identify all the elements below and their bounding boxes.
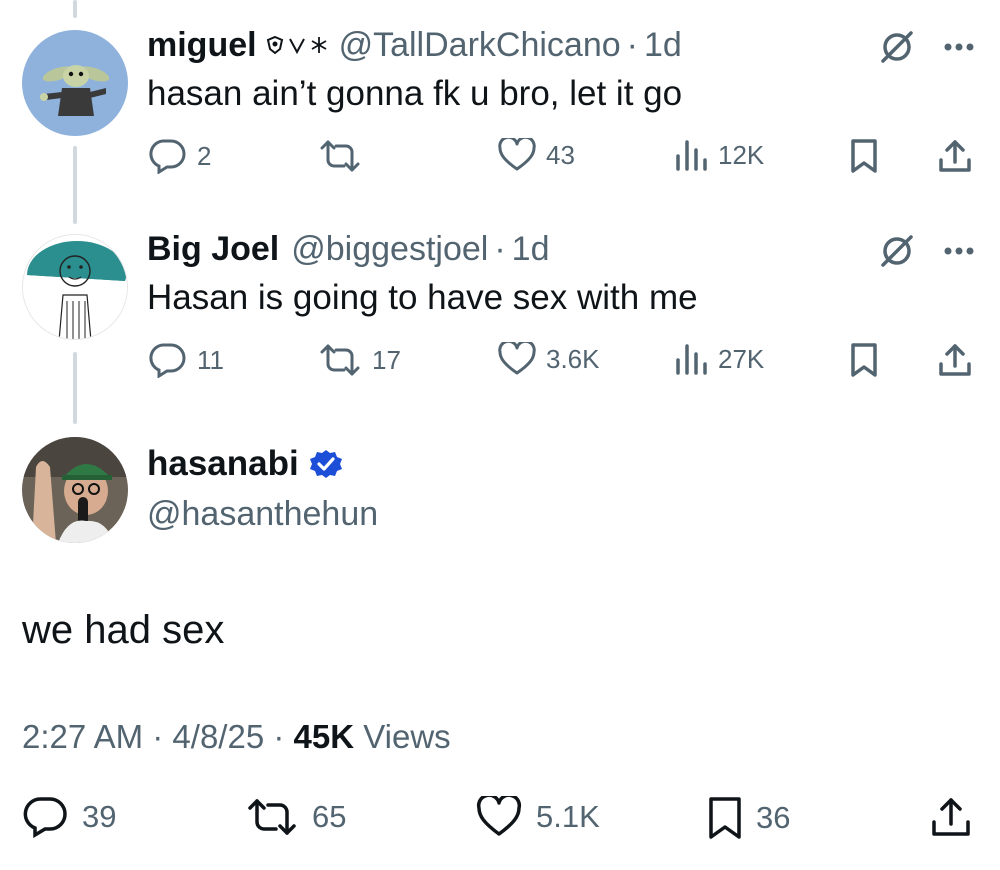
reply-corner-icons <box>878 232 974 270</box>
more-options-icon[interactable] <box>944 246 974 256</box>
repost-count: 17 <box>372 344 401 375</box>
snowflake-icon <box>311 37 327 53</box>
like-count: 5.1K <box>536 799 600 834</box>
reply-count: 11 <box>197 344 224 375</box>
bookmark-count: 36 <box>756 800 791 835</box>
author-handle[interactable]: @biggestjoel <box>291 230 488 269</box>
tweet-meta: 2:27 AM · 4/8/25 · 45K Views <box>22 718 451 756</box>
post-time[interactable]: 1d <box>512 230 550 269</box>
reply-icon <box>23 797 67 838</box>
author-name[interactable]: hasanabi <box>147 444 299 484</box>
reply-button[interactable]: 39 <box>22 796 116 838</box>
views-button[interactable]: 27K <box>674 342 764 376</box>
author-name[interactable]: Big Joel <box>147 230 279 269</box>
views-count: 27K <box>718 343 765 374</box>
like-button[interactable]: 43 <box>498 138 575 172</box>
thread-line <box>73 146 77 224</box>
grok-icon[interactable] <box>878 232 916 270</box>
like-button[interactable]: 5.1K <box>476 796 600 838</box>
repost-icon <box>248 799 296 835</box>
avatar[interactable] <box>22 437 128 543</box>
like-count: 43 <box>546 139 575 170</box>
share-icon <box>939 140 971 172</box>
bookmark-icon <box>851 343 877 377</box>
grok-icon[interactable] <box>878 28 916 66</box>
heart-icon <box>498 138 536 171</box>
reply-corner-icons <box>878 28 974 66</box>
heart-icon <box>498 342 536 375</box>
bookmark-icon <box>709 797 741 839</box>
like-button[interactable]: 3.6K <box>498 342 600 376</box>
separator: · <box>494 229 506 268</box>
reply-header: miguel @TallDarkChicano · 1d <box>147 22 682 68</box>
avatar[interactable] <box>22 234 128 340</box>
main-author-name-row: hasanabi <box>147 444 343 484</box>
share-button[interactable] <box>937 342 973 378</box>
reply-icon <box>149 343 186 378</box>
separator: · <box>273 718 285 755</box>
profile-badges <box>265 35 329 55</box>
repost-icon <box>320 140 360 172</box>
author-name[interactable]: miguel <box>147 26 257 65</box>
separator: · <box>152 718 164 755</box>
author-handle[interactable]: @TallDarkChicano <box>339 26 621 65</box>
reply-text: hasan ain’t gonna fk u bro, let it go <box>147 74 683 113</box>
reply-header: Big Joel @biggestjoel · 1d <box>147 226 549 272</box>
views-count: 12K <box>718 139 765 170</box>
avatar[interactable] <box>22 30 128 136</box>
repost-button[interactable] <box>318 138 372 174</box>
bookmark-button[interactable]: 36 <box>708 796 790 840</box>
like-count: 3.6K <box>546 343 600 374</box>
views-icon <box>676 140 707 171</box>
thread-line <box>73 0 77 18</box>
reply-count: 39 <box>82 799 117 834</box>
repost-button[interactable]: 17 <box>318 342 401 378</box>
repost-count: 65 <box>312 799 347 834</box>
share-icon <box>939 344 971 376</box>
share-button[interactable] <box>930 796 972 838</box>
separator: · <box>626 25 638 64</box>
post-date[interactable]: 4/8/25 <box>172 718 264 755</box>
author-handle[interactable]: @hasanthehun <box>147 495 378 534</box>
more-options-icon[interactable] <box>944 42 974 52</box>
shield-badge-icon <box>266 35 283 55</box>
post-time[interactable]: 2:27 AM <box>22 718 143 755</box>
v-badge-icon <box>288 38 305 54</box>
share-button[interactable] <box>937 138 973 174</box>
reply-text: Hasan is going to have sex with me <box>147 278 698 317</box>
views-label: Views <box>363 718 451 755</box>
views-count: 45K <box>293 718 355 755</box>
reply-count: 2 <box>197 140 212 171</box>
heart-icon <box>476 796 522 836</box>
verified-badge-icon <box>309 450 342 478</box>
views-button[interactable]: 12K <box>674 138 764 172</box>
reply-button[interactable]: 2 <box>147 138 211 174</box>
views-icon <box>676 344 707 375</box>
reply-button[interactable]: 11 <box>147 342 224 378</box>
bookmark-button[interactable] <box>850 342 878 378</box>
bookmark-button[interactable] <box>850 138 878 174</box>
thread-line <box>73 352 77 424</box>
share-icon <box>932 798 970 836</box>
repost-icon <box>320 344 360 376</box>
post-time[interactable]: 1d <box>644 26 682 65</box>
bookmark-icon <box>851 139 877 173</box>
reply-icon <box>149 139 186 174</box>
tweet-text: we had sex <box>22 608 225 652</box>
repost-button[interactable]: 65 <box>246 796 346 838</box>
